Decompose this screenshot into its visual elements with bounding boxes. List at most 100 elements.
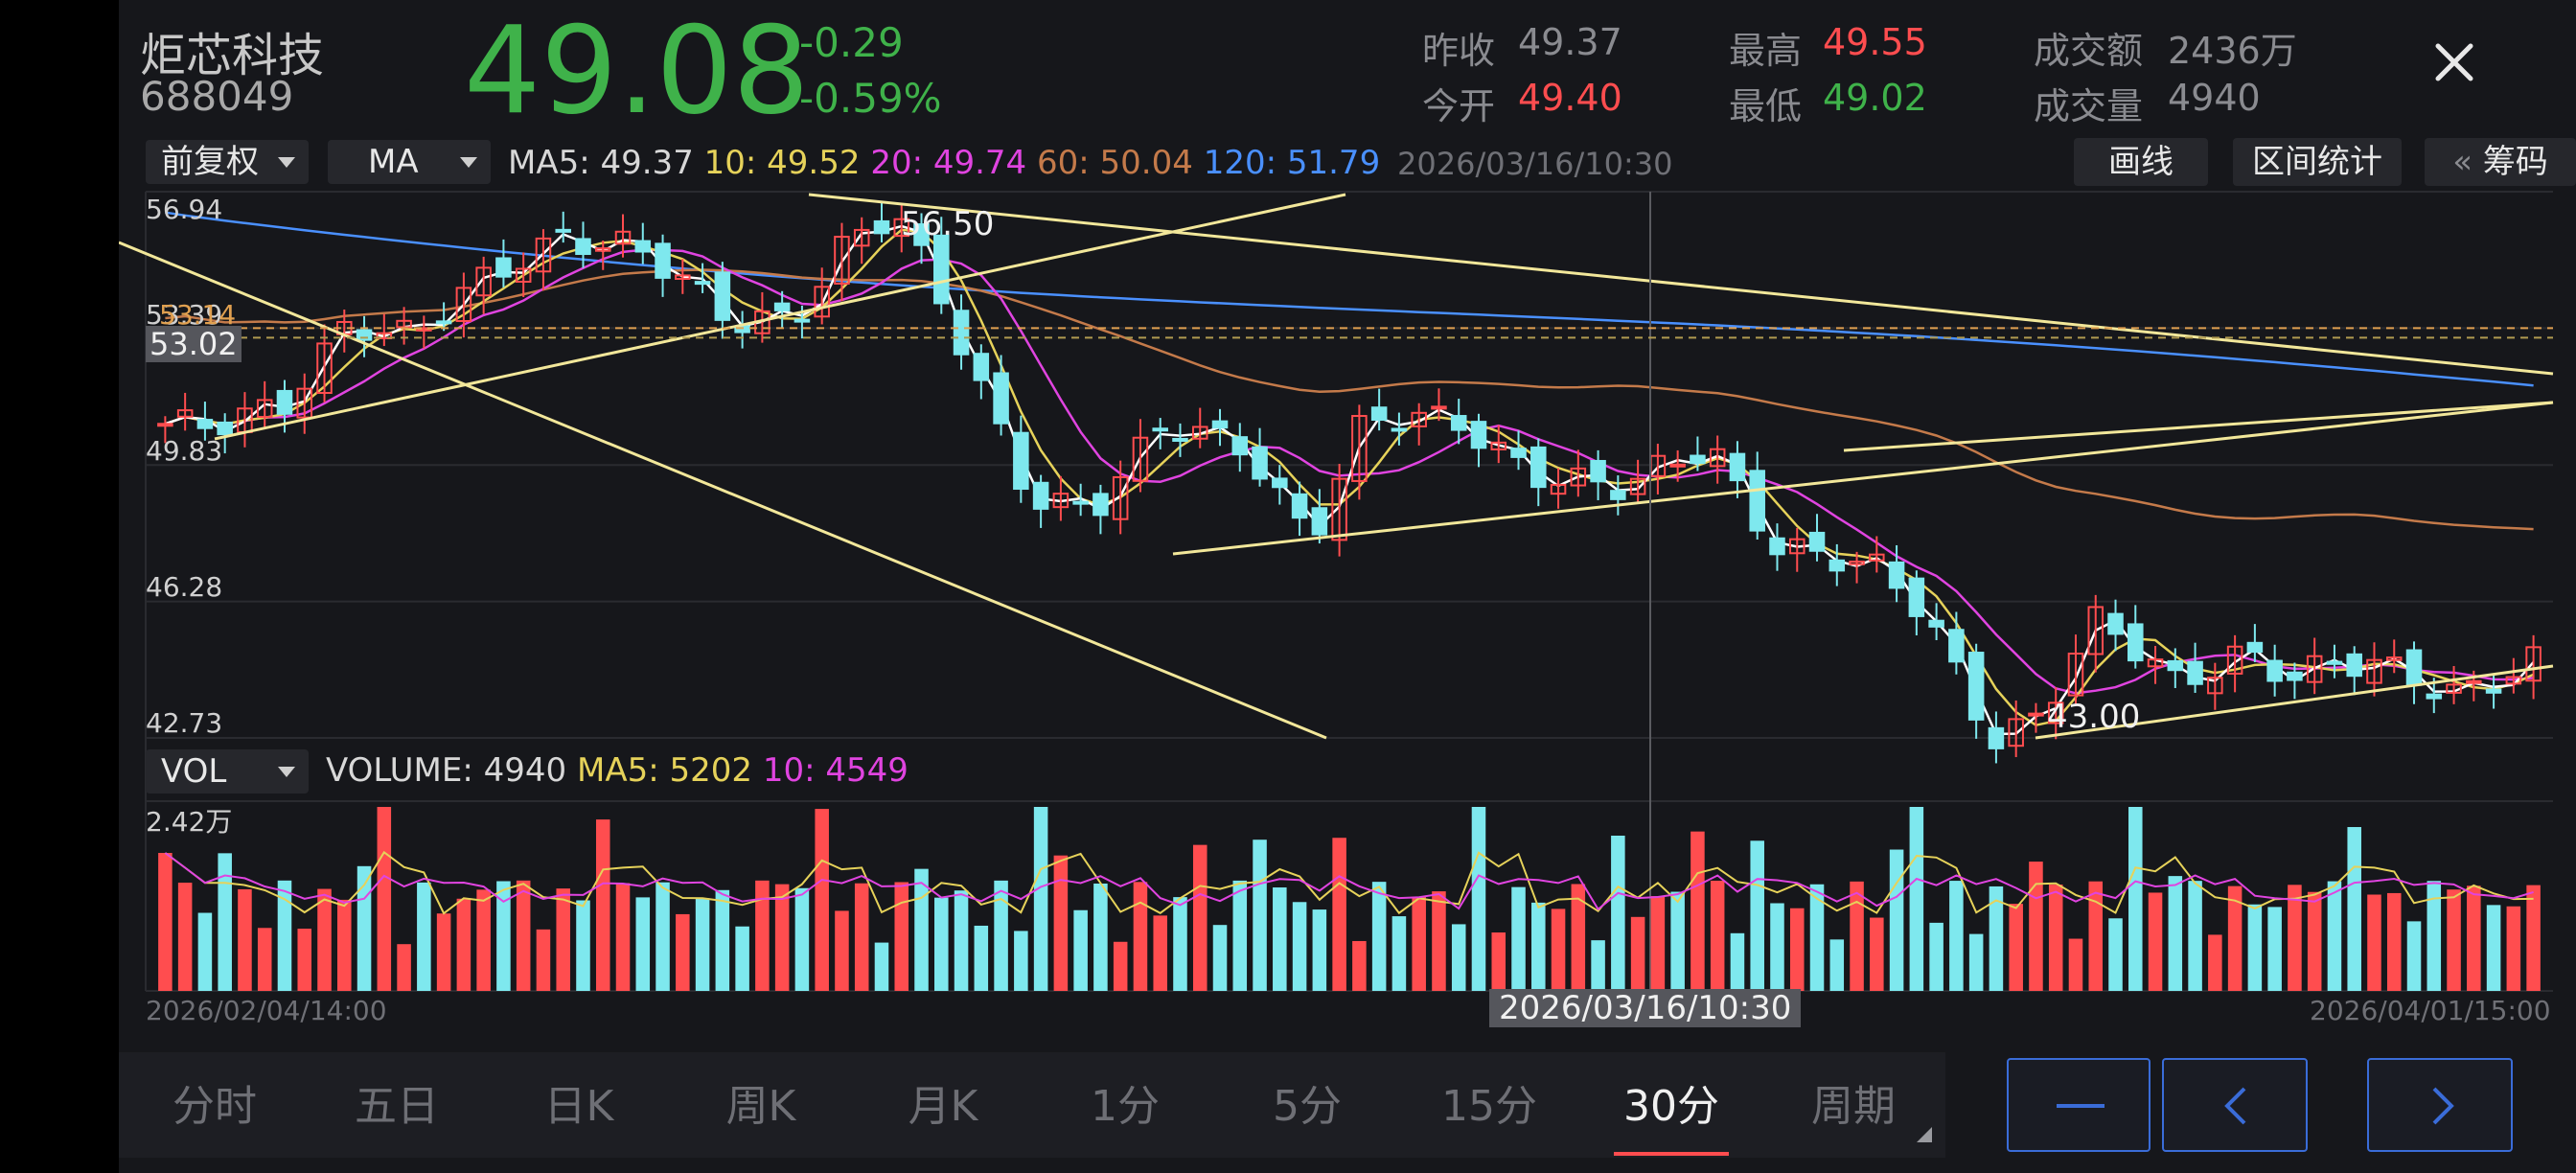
candle-body — [2405, 649, 2423, 686]
volume-bar — [1611, 835, 1625, 991]
candle-body — [973, 353, 990, 381]
volume-bar — [874, 942, 889, 991]
volume-bar — [2506, 906, 2521, 991]
volume-bar — [2367, 894, 2381, 991]
volume-bar — [934, 897, 949, 991]
volume-indicator-value: VOL — [161, 752, 227, 791]
candle-body — [196, 419, 214, 429]
volume-bar — [595, 819, 610, 991]
peak-annotation: 56.50 — [901, 205, 995, 243]
tab-intraday[interactable]: 分时 — [148, 1071, 282, 1133]
volume-bar — [1232, 880, 1248, 991]
zoom-out-button[interactable] — [2007, 1058, 2150, 1152]
volume-bar — [238, 888, 252, 991]
volume-bar — [954, 890, 969, 991]
candle-body — [1928, 619, 1944, 628]
tab-15min[interactable]: 15分 — [1422, 1071, 1556, 1133]
volume-bar — [456, 898, 472, 991]
volume-bar — [854, 883, 869, 991]
volume-bar — [2168, 876, 2183, 991]
volume-bar — [1670, 891, 1685, 991]
scroll-left-button[interactable] — [2162, 1058, 2308, 1152]
candle-body — [2346, 653, 2362, 678]
price-axis-top: 56.94 — [146, 194, 223, 225]
volume-bar — [2307, 891, 2322, 991]
volume-bar — [1929, 922, 1944, 991]
kline-chart[interactable] — [119, 0, 2576, 1035]
tab-30min[interactable]: 30分 — [1604, 1071, 1738, 1133]
volume-bar — [2267, 907, 2282, 991]
candle-body — [1072, 500, 1089, 505]
volume-axis-top: 2.42万 — [146, 806, 233, 838]
tab-five-day[interactable]: 五日 — [330, 1071, 464, 1133]
volume-bar — [695, 898, 710, 991]
candle-body — [1690, 454, 1706, 465]
volume-bar — [2088, 881, 2104, 991]
chevron-down-icon — [278, 767, 295, 777]
volume-bar — [2347, 827, 2361, 991]
volume-bar — [297, 929, 312, 991]
volume-indicator-select[interactable]: VOL — [146, 749, 309, 794]
volume-bar — [1730, 932, 1745, 991]
volume-bar — [1968, 933, 1984, 991]
volume-bar — [1829, 939, 1845, 991]
volume-bar — [1113, 941, 1128, 991]
volume-bar — [1770, 903, 1784, 991]
candle-body — [2326, 660, 2343, 665]
volume-bar — [1432, 891, 1446, 991]
candle-body — [794, 318, 811, 323]
candle-body — [1252, 446, 1268, 480]
volume-bar — [1292, 902, 1307, 991]
volume-bar — [1809, 884, 1825, 991]
candle-body — [1370, 406, 1388, 422]
tab-monthly[interactable]: 月K — [876, 1071, 1010, 1133]
volume-bar — [1153, 915, 1167, 991]
candle-body — [1391, 427, 1408, 432]
active-tab-indicator — [1614, 1152, 1729, 1156]
tab-weekly[interactable]: 周K — [694, 1071, 828, 1133]
volume-bar — [1332, 838, 1346, 991]
candle-body — [1231, 436, 1249, 456]
volume-current: VOLUME: 4940 — [326, 751, 567, 790]
volume-bar — [1630, 916, 1645, 991]
candle-body — [1967, 652, 1985, 721]
candle-body — [1450, 415, 1467, 431]
volume-bar — [894, 882, 909, 991]
volume-bar — [2148, 892, 2163, 991]
candle-body — [1152, 427, 1168, 432]
volume-bar — [2386, 892, 2402, 991]
volume-bar — [1093, 883, 1108, 991]
candle-body — [634, 240, 652, 253]
volume-bar — [417, 882, 431, 991]
candle-body — [953, 310, 970, 356]
candle-body — [276, 389, 293, 415]
volume-bar — [576, 900, 590, 991]
volume-bar — [1650, 896, 1666, 991]
volume-bar — [1531, 902, 1546, 991]
candle-body — [694, 281, 711, 286]
scroll-right-button[interactable] — [2367, 1058, 2513, 1152]
candle-body — [1032, 481, 1049, 510]
volume-bar — [317, 888, 332, 991]
tab-1min[interactable]: 1分 — [1058, 1071, 1192, 1133]
candle-body — [217, 421, 233, 436]
candle-body — [2466, 679, 2482, 684]
volume-bar — [257, 928, 272, 991]
tab-period[interactable]: 周期 — [1786, 1071, 1920, 1133]
volume-bar — [1551, 908, 1566, 991]
candle-body — [1948, 629, 1965, 663]
tab-daily[interactable]: 日K — [512, 1071, 646, 1133]
volume-bar — [1212, 925, 1228, 991]
volume-bar — [1870, 917, 1884, 991]
candle-body — [575, 238, 591, 256]
volume-bar — [1073, 909, 1088, 991]
volume-bar — [1014, 931, 1028, 991]
candle-body — [933, 234, 950, 305]
volume-bar — [1850, 881, 1864, 991]
volume-bar — [735, 926, 749, 991]
volume-bar — [1451, 924, 1466, 991]
tab-5min[interactable]: 5分 — [1240, 1071, 1374, 1133]
volume-bar — [1392, 916, 1407, 991]
volume-bar — [556, 888, 570, 991]
candle-body — [1510, 448, 1527, 458]
